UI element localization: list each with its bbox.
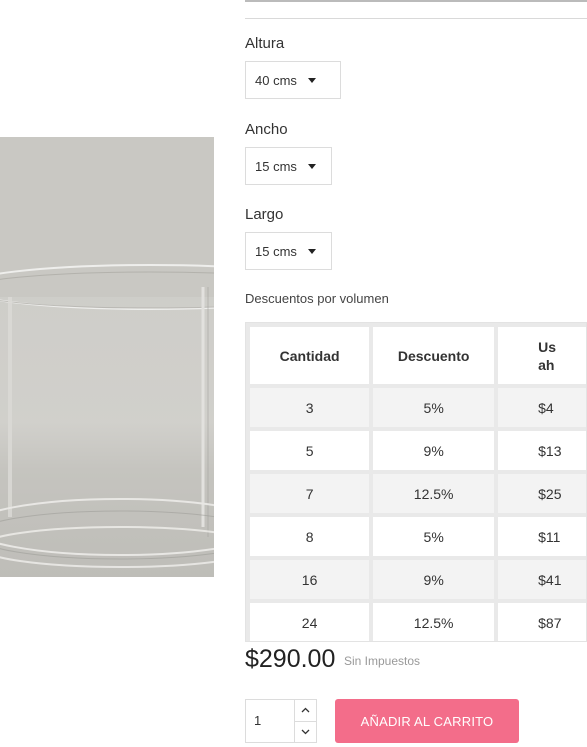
cell-cantidad: 16: [250, 560, 370, 599]
cell-descuento: 9%: [373, 560, 495, 599]
quantity-input[interactable]: 1: [254, 713, 261, 728]
cell-descuento: 5%: [373, 388, 495, 427]
chevron-up-icon: [301, 707, 310, 713]
cell-cantidad: 24: [250, 603, 370, 641]
chevron-down-icon: [307, 163, 316, 169]
table-header-row: Cantidad Descuento Us ah: [250, 327, 586, 384]
ancho-select[interactable]: 15 cms: [245, 147, 332, 185]
header-ahorro-text: Us ah: [538, 338, 557, 373]
chevron-down-icon: [307, 77, 316, 83]
product-price: $290.00: [245, 645, 336, 673]
quantity-stepper[interactable]: 1: [245, 699, 317, 743]
cell-ahorro: $13: [498, 431, 586, 470]
cell-descuento: 5%: [373, 517, 495, 556]
product-image: [0, 137, 214, 577]
tax-note: Sin Impuestos: [344, 654, 421, 668]
header-ahorro: Us ah: [498, 327, 586, 384]
altura-label: Altura: [245, 35, 285, 52]
largo-label: Largo: [245, 206, 284, 223]
cell-descuento: 12.5%: [373, 603, 495, 641]
table-row: 3 5% $4: [250, 388, 586, 427]
cell-ahorro: $4: [498, 388, 586, 427]
volume-discounts-label: Descuentos por volumen: [245, 291, 389, 306]
cell-descuento: 9%: [373, 431, 495, 470]
altura-select[interactable]: 40 cms: [245, 61, 341, 99]
cell-cantidad: 5: [250, 431, 370, 470]
largo-select-value: 15 cms: [255, 243, 297, 259]
add-to-cart-button[interactable]: AÑADIR AL CARRITO: [335, 699, 519, 743]
header-cantidad: Cantidad: [250, 327, 370, 384]
cell-descuento: 12.5%: [373, 474, 495, 513]
chevron-down-icon: [307, 248, 316, 254]
header-descuento: Descuento: [373, 327, 495, 384]
quantity-decrease-button[interactable]: [295, 722, 316, 742]
product-title-cropped: [245, 0, 587, 4]
table-row: 5 9% $13: [250, 431, 586, 470]
table-row: 24 12.5% $87: [250, 603, 586, 641]
table-row: 8 5% $11: [250, 517, 586, 556]
cell-ahorro: $87: [498, 603, 586, 641]
glass-vase-illustration: [0, 137, 214, 577]
table-row: 7 12.5% $25: [250, 474, 586, 513]
title-divider: [245, 18, 587, 19]
volume-discount-table: Cantidad Descuento Us ah 3 5% $4 5 9% $1…: [245, 322, 587, 642]
quantity-increase-button[interactable]: [295, 700, 316, 720]
largo-select[interactable]: 15 cms: [245, 232, 332, 270]
chevron-down-icon: [301, 729, 310, 735]
cell-cantidad: 7: [250, 474, 370, 513]
cell-ahorro: $25: [498, 474, 586, 513]
cell-ahorro: $11: [498, 517, 586, 556]
ancho-select-value: 15 cms: [255, 158, 297, 174]
cell-ahorro: $41: [498, 560, 586, 599]
altura-select-value: 40 cms: [255, 72, 297, 88]
cell-cantidad: 3: [250, 388, 370, 427]
ancho-label: Ancho: [245, 121, 288, 138]
cell-cantidad: 8: [250, 517, 370, 556]
table-row: 16 9% $41: [250, 560, 586, 599]
